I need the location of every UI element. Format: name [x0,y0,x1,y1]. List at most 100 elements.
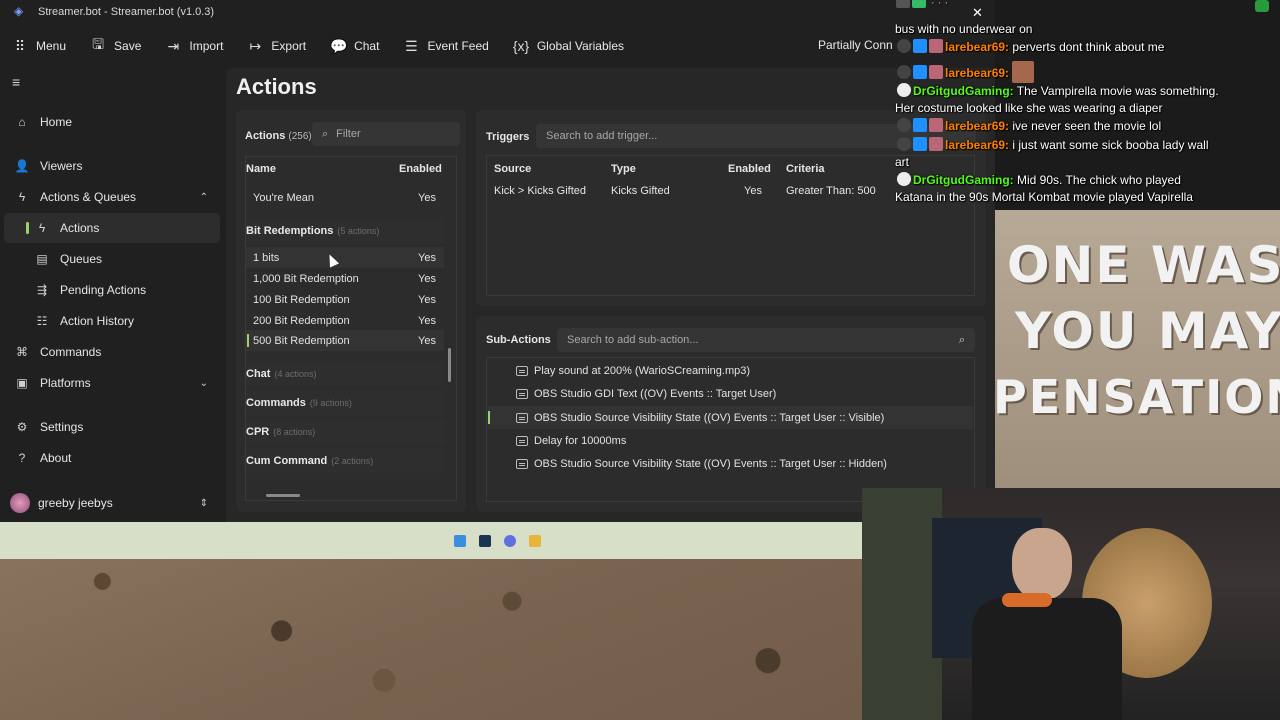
subaction-search-placeholder: Search to add sub-action... [567,334,699,346]
list-item[interactable]: 200 Bit Redemption Yes [246,310,444,331]
chat-bubble-icon: 💬 [330,37,348,54]
connection-status: Partially Conn [818,38,893,52]
trigger-enabled[interactable]: Yes [744,185,762,197]
search-icon: ⌕ [958,333,965,346]
subaction-icon [516,435,528,446]
global-variables-button[interactable]: {x} Global Variables [513,38,624,54]
command-icon: ⌘ [16,345,28,359]
chat-message: DrGitgudGaming: Mid 90s. The chick who p… [897,172,1181,187]
action-enabled: Yes [418,251,436,264]
sidebar-item-label: About [40,451,72,465]
subaction-row-selected[interactable]: OBS Studio Source Visibility State ((OV)… [488,406,973,429]
sidebar-item-label: Pending Actions [60,283,147,297]
list-item[interactable]: 1 bits Yes [246,247,444,268]
group-header[interactable]: Bit Redemptions (5 actions) [246,219,444,243]
col-enabled[interactable]: Enabled [728,163,771,175]
export-button[interactable]: ↦ Export [247,38,307,55]
actions-count: (256) [288,131,312,142]
column-name-header[interactable]: Name [246,163,276,175]
chat-message: larebear69: [897,61,1036,83]
hamburger-icon[interactable]: ≡ [12,74,20,90]
page-title: Actions [236,74,317,99]
pending-icon: ⇶ [36,283,48,297]
sidebar-item-viewers[interactable]: 👤 Viewers [4,151,220,181]
windows-start-icon[interactable] [454,535,466,547]
sidebar-item-label: Viewers [40,159,83,173]
vertical-scrollbar[interactable] [448,348,451,382]
chat-message-cont: Katana in the 90s Mortal Kombat movie pl… [895,190,1193,204]
chevron-up-icon: ⌃ [199,191,208,203]
filter-placeholder: Filter [336,128,361,140]
sidebar-item-pending-actions[interactable]: ⇶ Pending Actions [4,275,220,305]
steam-icon[interactable] [479,535,491,547]
horizontal-scrollbar[interactable] [266,494,300,497]
file-explorer-icon[interactable] [529,535,541,547]
queue-icon: ▤ [36,252,48,266]
trigger-source[interactable]: Kick > Kicks Gifted [494,185,586,197]
subaction-row[interactable]: Play sound at 200% (WarioSCreaming.mp3) [488,359,973,382]
sidebar-item-commands[interactable]: ⌘ Commands [4,337,220,367]
subaction-row[interactable]: OBS Studio GDI Text ((OV) Events :: Targ… [488,382,973,405]
action-name: 200 Bit Redemption [253,314,350,327]
action-enabled: Yes [418,314,436,327]
streamer-body [972,598,1122,720]
actions-filter-input[interactable]: ⌕ Filter [312,122,460,146]
sidebar-item-action-history[interactable]: ☷ Action History [4,306,220,336]
col-source[interactable]: Source [494,163,531,175]
subaction-search-input[interactable]: Search to add sub-action... ⌕ [557,328,975,352]
sidebar-item-about[interactable]: ? About [4,443,220,473]
trigger-type[interactable]: Kicks Gifted [611,185,670,197]
subaction-row[interactable]: Delay for 10000ms [488,429,973,452]
chat-message-cont: art [895,155,910,169]
event-feed-button[interactable]: ☰ Event Feed [403,37,489,55]
chat-message: larebear69: i just want some sick booba … [897,137,1208,152]
group-name: CPR [246,426,270,438]
streamerbot-taskbar-icon[interactable] [504,535,516,547]
list-item-selected[interactable]: 500 Bit Redemption Yes [246,330,444,351]
group-header[interactable]: Commands (9 actions) [246,391,444,415]
col-criteria[interactable]: Criteria [786,163,825,175]
subaction-row[interactable]: OBS Studio Source Visibility State ((OV)… [488,452,973,475]
user-profile[interactable]: greeby jeebys ⇕ [4,488,220,518]
sidebar-item-actions-queues[interactable]: ϟ Actions & Queues ⌃ [4,182,220,212]
list-item[interactable]: You're Mean Yes [246,187,444,208]
close-icon[interactable]: ✕ [972,5,983,21]
feed-icon: ☰ [405,37,418,54]
chat-text: perverts dont think about me [1012,40,1165,54]
group-name: Cum Command [246,455,328,467]
actions-label: Actions (256) [245,130,312,142]
subactions-label: Sub-Actions [486,334,551,346]
avatar [10,493,30,513]
sidebar-item-platforms[interactable]: ▣ Platforms ⌄ [4,368,220,398]
trigger-criteria[interactable]: Greater Than: 500 [786,185,876,197]
chat-username: larebear69: [945,40,1010,54]
chat-username: larebear69: [945,138,1010,152]
sidebar-item-actions[interactable]: ϟ Actions [4,213,220,243]
column-enabled-header[interactable]: Enabled [399,163,442,175]
sidebar-item-queues[interactable]: ▤ Queues [4,244,220,274]
group-header[interactable]: Chat (4 actions) [246,362,444,386]
group-header[interactable]: Cum Command (2 actions) [246,449,444,473]
col-type[interactable]: Type [611,163,636,175]
sidebar-item-settings[interactable]: ⚙ Settings [4,412,220,442]
save-icon: 🖫 [92,36,104,52]
user-name: greeby jeebys [38,496,113,510]
menu-button[interactable]: ⠿ Menu [12,38,66,55]
save-button[interactable]: 🖫 Save [90,34,141,58]
list-item[interactable]: 1,000 Bit Redemption Yes [246,268,444,289]
avatar [929,137,943,151]
chat-button[interactable]: 💬 Chat [330,38,379,55]
group-header[interactable]: CPR (8 actions) [246,420,444,444]
sidebar-item-label: Settings [40,420,84,434]
list-item[interactable]: 100 Bit Redemption Yes [246,289,444,310]
import-button[interactable]: ⇥ Import [165,38,224,55]
subaction-icon [516,412,528,423]
triggers-label: Triggers [486,131,530,143]
sidebar-item-home[interactable]: ⌂ Home [4,107,220,137]
sidebar-item-label: Home [40,115,73,129]
scene-text-3: PENSATION [993,370,1280,424]
global-variables-label: Global Variables [536,39,624,53]
action-enabled: Yes [418,191,436,204]
chat-username: larebear69: [945,119,1010,133]
action-name: 100 Bit Redemption [253,293,350,306]
